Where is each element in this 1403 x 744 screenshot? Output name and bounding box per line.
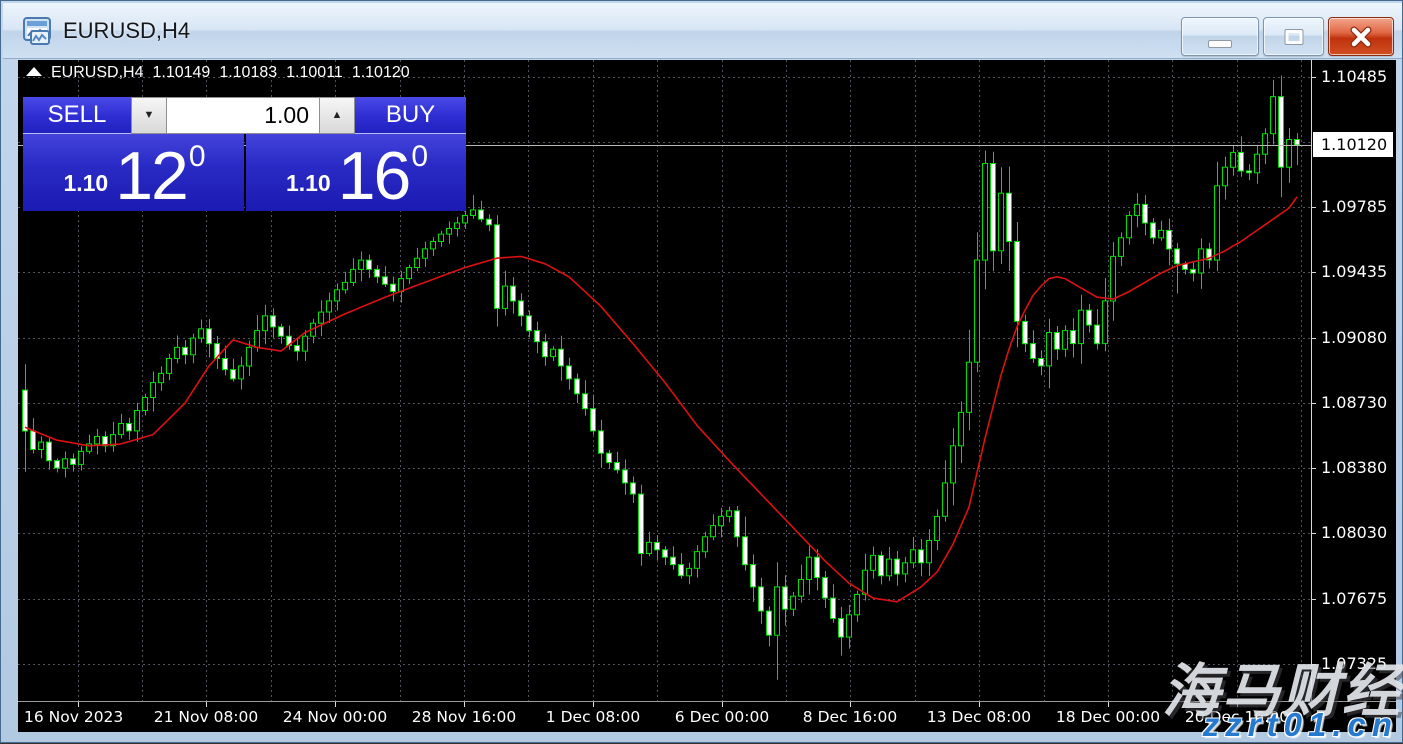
price-tick (1311, 403, 1316, 404)
volume-increase-button[interactable]: ▲ (319, 97, 355, 134)
sell-price-pips: 12 (115, 142, 187, 210)
price-axis-label: 1.07675 (1321, 589, 1387, 608)
ohlc-close: 1.10120 (352, 64, 410, 81)
sell-quote-panel[interactable]: 1.10 12 0 (23, 134, 244, 211)
ohlc-header: EURUSD,H4 1.10149 1.10183 1.10011 1.10120 (24, 63, 419, 83)
close-button[interactable] (1328, 17, 1394, 56)
time-axis-label: 28 Nov 16:00 (412, 708, 517, 726)
price-tick (1311, 207, 1316, 208)
price-axis-label: 1.09435 (1321, 262, 1387, 281)
price-tick (1311, 664, 1316, 665)
minimize-icon (1208, 40, 1232, 48)
current-price-box: 1.10120 (1313, 132, 1393, 157)
price-axis-label: 1.09785 (1321, 197, 1387, 216)
time-tick (722, 702, 723, 707)
sell-price-major: 1.10 (63, 170, 108, 197)
price-axis-line (1311, 60, 1312, 701)
ohlc-open: 1.10149 (152, 64, 210, 81)
ohlc-symbol: EURUSD,H4 (51, 64, 143, 81)
price-axis-label: 1.08030 (1321, 523, 1387, 542)
collapse-panel-icon[interactable] (26, 67, 42, 76)
title-bar[interactable]: EURUSD,H4 (3, 3, 1402, 59)
time-axis-label: 20 Dec 16:00 (1185, 708, 1289, 726)
time-tick (335, 702, 336, 707)
time-tick (78, 702, 79, 707)
price-tick (1311, 272, 1316, 273)
price-tick (1311, 599, 1316, 600)
time-axis-label: 18 Dec 00:00 (1056, 708, 1160, 726)
time-axis-label: 13 Dec 08:00 (927, 708, 1031, 726)
time-tick (850, 702, 851, 707)
minimize-button[interactable] (1181, 17, 1259, 56)
price-axis-label: 1.10485 (1321, 67, 1387, 86)
time-axis-label: 8 Dec 16:00 (803, 708, 897, 726)
price-tick (1311, 468, 1316, 469)
close-icon (1348, 24, 1374, 50)
volume-decrease-button[interactable]: ▼ (131, 97, 167, 134)
time-axis-label: 1 Dec 08:00 (546, 708, 640, 726)
time-axis-label: 21 Nov 08:00 (154, 708, 259, 726)
price-axis-label: 1.09080 (1321, 328, 1387, 347)
time-axis[interactable]: 16 Nov 2023 21 Nov 08:00 24 Nov 00:00 28 No… (18, 701, 1396, 732)
price-tick (1311, 77, 1316, 78)
ohlc-low: 1.10011 (286, 64, 343, 81)
time-tick (593, 702, 594, 707)
time-axis-label: 24 Nov 00:00 (283, 708, 388, 726)
ohlc-high: 1.10183 (219, 64, 277, 81)
price-axis-label: 1.08380 (1321, 458, 1387, 477)
window-title: EURUSD,H4 (63, 3, 190, 59)
time-tick (464, 702, 465, 707)
time-axis-label: 6 Dec 00:00 (675, 708, 769, 726)
volume-input[interactable] (167, 97, 319, 134)
buy-price-point: 0 (411, 140, 428, 174)
time-axis-label: 16 Nov 2023 (24, 708, 123, 726)
time-tick (1108, 702, 1109, 707)
buy-price-pips: 16 (338, 142, 410, 210)
sell-price-point: 0 (189, 140, 206, 174)
price-tick (1311, 533, 1316, 534)
mt4-chart-window: EURUSD,H4 EURUSD,H4 1.10149 1.10183 1.10011… (0, 0, 1403, 743)
sell-button[interactable]: SELL (23, 97, 131, 134)
buy-price-major: 1.10 (286, 170, 331, 197)
time-tick (206, 702, 207, 707)
price-tick (1311, 338, 1316, 339)
price-axis-label: 1.07325 (1321, 654, 1387, 673)
time-tick (979, 702, 980, 707)
chart-window-icon (23, 17, 53, 47)
restore-icon (1285, 30, 1302, 44)
price-axis[interactable]: 1.10485 1.09785 1.09435 1.09080 1.08730 1.083… (1311, 60, 1396, 732)
buy-quote-panel[interactable]: 1.10 16 0 (246, 134, 466, 211)
price-axis-label: 1.08730 (1321, 393, 1387, 412)
time-tick (1237, 702, 1238, 707)
buy-button[interactable]: BUY (355, 97, 466, 134)
restore-button[interactable] (1263, 17, 1324, 56)
one-click-trading-panel: SELL ▼ ▲ BUY 1.10 12 0 1.10 16 0 (23, 97, 466, 211)
chart-frame: EURUSD,H41.101491.101831.100111.10120 SE… (18, 60, 1396, 732)
